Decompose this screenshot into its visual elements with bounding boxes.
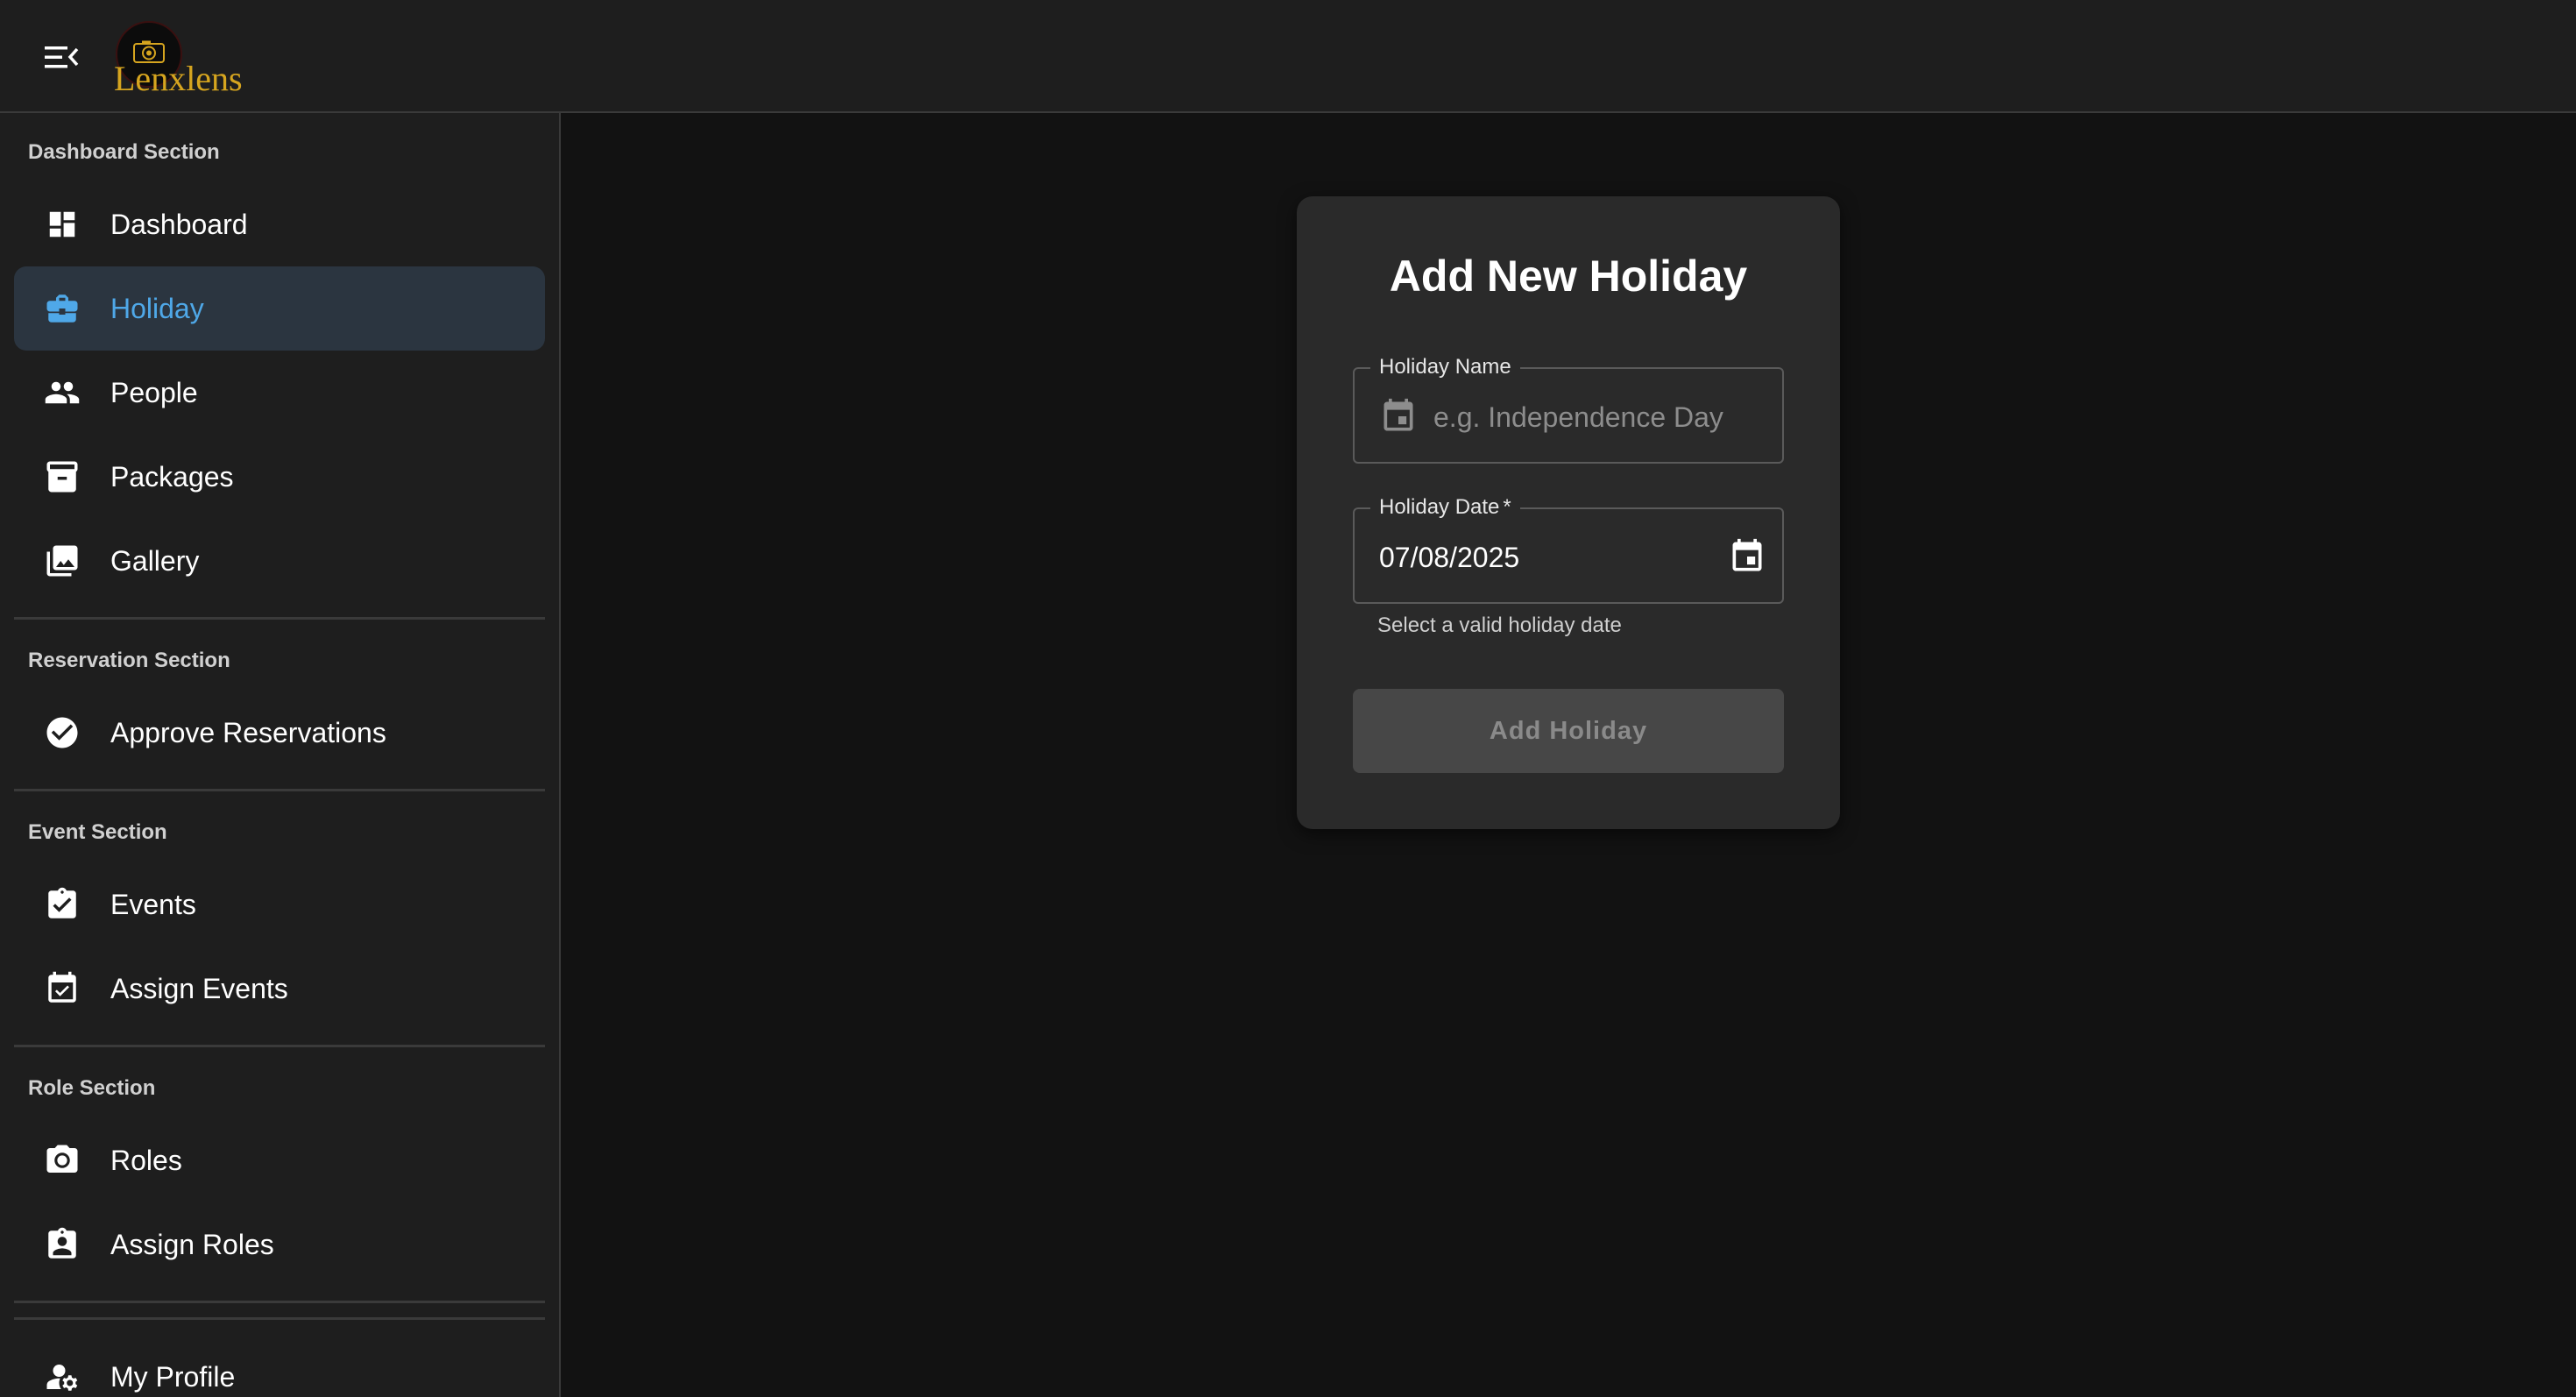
holiday-date-field[interactable]: Holiday Date * bbox=[1353, 495, 1784, 604]
sidebar: Dashboard Section Dashboard Holiday Peop… bbox=[0, 113, 561, 1397]
check-circle-icon bbox=[44, 714, 81, 751]
calendar-icon bbox=[1379, 395, 1418, 442]
sidebar-item-people[interactable]: People bbox=[14, 351, 545, 435]
event-check-icon bbox=[44, 970, 81, 1007]
section-divider bbox=[14, 789, 545, 791]
add-holiday-button[interactable]: Add Holiday bbox=[1353, 689, 1784, 773]
sidebar-item-approve-reservations[interactable]: Approve Reservations bbox=[14, 691, 545, 775]
people-icon bbox=[44, 374, 81, 411]
sidebar-item-assign-roles[interactable]: Assign Roles bbox=[14, 1202, 545, 1287]
sidebar-item-roles[interactable]: Roles bbox=[14, 1118, 545, 1202]
assignment-ind-icon bbox=[44, 1226, 81, 1263]
manage-accounts-icon bbox=[44, 1358, 81, 1395]
sidebar-item-label: Holiday bbox=[110, 293, 204, 324]
page-title: Add New Holiday bbox=[1389, 252, 1748, 301]
sidebar-item-label: Approve Reservations bbox=[110, 717, 386, 748]
assignment-check-icon bbox=[44, 886, 81, 923]
add-holiday-card: Add New Holiday Holiday Name Holiday Dat… bbox=[1297, 196, 1840, 829]
menu-collapse-icon[interactable] bbox=[39, 37, 86, 77]
brand-logo[interactable]: Lenxlens bbox=[110, 19, 251, 98]
photo-library-icon bbox=[44, 542, 81, 579]
calendar-picker-icon[interactable] bbox=[1728, 535, 1766, 582]
sidebar-item-label: Assign Roles bbox=[110, 1229, 274, 1260]
section-title-role: Role Section bbox=[28, 1076, 156, 1100]
holiday-date-label: Holiday Date * bbox=[1370, 495, 1520, 520]
date-helper-text: Select a valid holiday date bbox=[1377, 613, 1622, 637]
section-divider bbox=[14, 617, 545, 620]
section-divider bbox=[14, 1045, 545, 1047]
section-divider bbox=[14, 1317, 545, 1320]
sidebar-item-label: Dashboard bbox=[110, 209, 248, 240]
archive-icon bbox=[44, 458, 81, 495]
holiday-name-label: Holiday Name bbox=[1370, 355, 1520, 379]
sidebar-item-assign-events[interactable]: Assign Events bbox=[14, 947, 545, 1031]
sidebar-item-label: Assign Events bbox=[110, 973, 288, 1004]
section-title-dashboard: Dashboard Section bbox=[28, 140, 220, 164]
required-mark: * bbox=[1503, 495, 1511, 519]
briefcase-icon bbox=[44, 290, 81, 327]
sidebar-item-holiday[interactable]: Holiday bbox=[14, 266, 545, 351]
sidebar-item-packages[interactable]: Packages bbox=[14, 435, 545, 519]
sidebar-item-dashboard[interactable]: Dashboard bbox=[14, 182, 545, 266]
sidebar-item-label: Events bbox=[110, 889, 196, 920]
sidebar-item-label: Roles bbox=[110, 1145, 182, 1176]
sidebar-item-events[interactable]: Events bbox=[14, 862, 545, 947]
sidebar-item-label: People bbox=[110, 377, 198, 408]
brand-name: Lenxlens bbox=[114, 59, 243, 98]
top-app-bar: Lenxlens bbox=[0, 0, 2576, 113]
holiday-name-input[interactable] bbox=[1432, 395, 1773, 439]
sidebar-item-label: Packages bbox=[110, 461, 234, 493]
camera-icon bbox=[44, 1142, 81, 1179]
section-title-event: Event Section bbox=[28, 820, 167, 844]
dashboard-icon bbox=[44, 206, 81, 243]
holiday-name-field[interactable]: Holiday Name bbox=[1353, 355, 1784, 464]
section-divider bbox=[14, 1301, 545, 1303]
sidebar-item-my-profile[interactable]: My Profile bbox=[14, 1335, 545, 1397]
sidebar-item-gallery[interactable]: Gallery bbox=[14, 519, 545, 603]
sidebar-item-label: Gallery bbox=[110, 545, 200, 577]
holiday-date-input[interactable] bbox=[1377, 535, 1693, 579]
sidebar-item-label: My Profile bbox=[110, 1361, 236, 1393]
section-title-reservation: Reservation Section bbox=[28, 649, 230, 672]
